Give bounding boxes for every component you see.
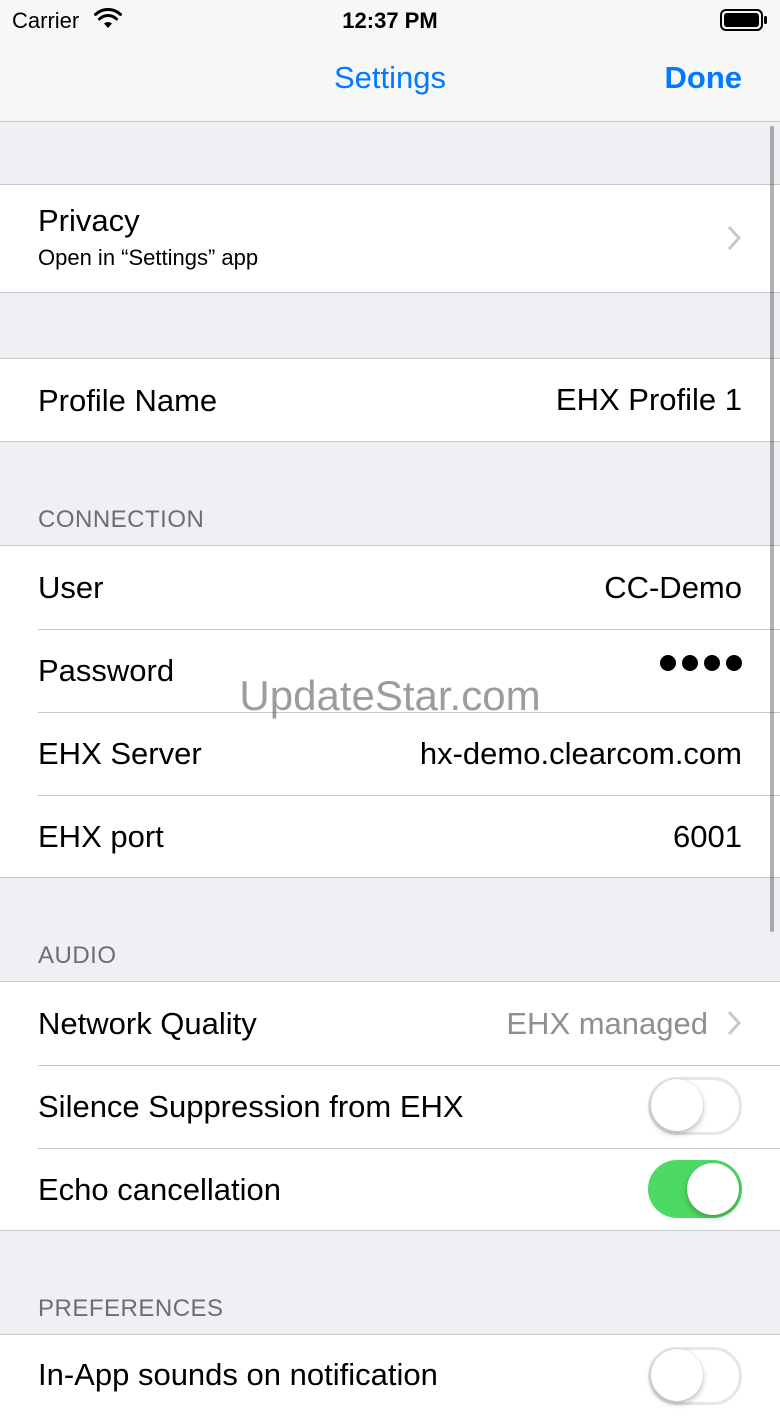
battery-icon <box>720 9 767 31</box>
ehx-server-row[interactable]: EHX Server hx-demo.clearcom.com <box>0 712 780 795</box>
page-title: Settings <box>333 60 446 95</box>
password-label: Password <box>38 653 175 688</box>
privacy-group: Privacy Open in “Settings” app <box>0 184 780 293</box>
profile-name-row[interactable]: Profile Name EHX Profile 1 <box>0 359 780 441</box>
toggle-knob <box>651 1349 703 1401</box>
echo-cancellation-label: Echo cancellation <box>38 1172 281 1207</box>
password-row[interactable]: Password <box>0 629 780 712</box>
connection-group: User CC-Demo Password EHX Server hx-demo… <box>0 545 780 878</box>
password-dot <box>726 655 742 671</box>
in-app-sounds-row: In-App sounds on notification <box>0 1335 780 1418</box>
silence-suppression-label: Silence Suppression from EHX <box>38 1089 464 1124</box>
done-button[interactable]: Done <box>665 60 743 96</box>
preferences-section-header: PREFERENCES <box>38 1295 224 1322</box>
privacy-subtitle: Open in “Settings” app <box>38 245 259 270</box>
chevron-right-icon <box>727 1010 742 1036</box>
network-quality-label: Network Quality <box>38 1006 257 1041</box>
connection-section-header: CONNECTION <box>38 506 205 533</box>
password-dot <box>660 655 676 671</box>
echo-cancellation-row: Echo cancellation <box>0 1148 780 1231</box>
ehx-server-value[interactable]: hx-demo.clearcom.com <box>420 736 742 772</box>
navigation-bar: Settings Done <box>0 40 780 122</box>
ehx-port-label: EHX port <box>38 819 164 854</box>
audio-group: Network Quality EHX managed Silence Supp… <box>0 981 780 1231</box>
password-dot <box>704 655 720 671</box>
scroll-indicator[interactable] <box>770 126 774 932</box>
toggle-knob <box>651 1079 703 1131</box>
preferences-group: In-App sounds on notification <box>0 1334 780 1418</box>
status-bar: Carrier 12:37 PM <box>0 0 780 40</box>
password-dot <box>682 655 698 671</box>
ehx-port-value[interactable]: 6001 <box>673 819 742 855</box>
user-value[interactable]: CC-Demo <box>604 570 742 606</box>
password-value[interactable] <box>660 655 742 671</box>
privacy-row[interactable]: Privacy Open in “Settings” app <box>0 185 780 292</box>
network-quality-row[interactable]: Network Quality EHX managed <box>0 982 780 1065</box>
network-quality-value: EHX managed <box>506 1006 708 1041</box>
user-row[interactable]: User CC-Demo <box>0 546 780 629</box>
silence-suppression-toggle[interactable] <box>648 1077 742 1135</box>
privacy-title: Privacy <box>38 203 140 238</box>
echo-cancellation-toggle[interactable] <box>648 1160 742 1218</box>
user-label: User <box>38 570 104 605</box>
profile-name-value[interactable]: EHX Profile 1 <box>556 382 742 418</box>
status-time: 12:37 PM <box>342 8 438 33</box>
ehx-server-label: EHX Server <box>38 736 202 771</box>
ehx-port-row[interactable]: EHX port 6001 <box>0 795 780 878</box>
toggle-knob <box>687 1163 739 1215</box>
in-app-sounds-toggle[interactable] <box>648 1347 742 1405</box>
audio-section-header: AUDIO <box>38 942 117 969</box>
profile-group: Profile Name EHX Profile 1 <box>0 358 780 442</box>
in-app-sounds-label: In-App sounds on notification <box>38 1357 438 1392</box>
silence-suppression-row: Silence Suppression from EHX <box>0 1065 780 1148</box>
profile-name-label: Profile Name <box>38 383 218 418</box>
chevron-right-icon <box>727 225 742 251</box>
